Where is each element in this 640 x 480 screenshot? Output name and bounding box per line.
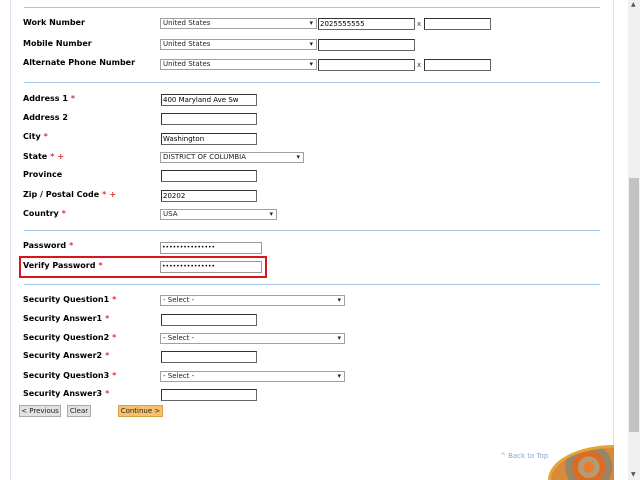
alternate-country-value: United States — [163, 60, 211, 68]
password-label: Password * — [23, 241, 74, 250]
back-to-top-link[interactable]: ^ Back to Top — [500, 452, 548, 460]
address1-label: Address 1 * — [23, 94, 76, 103]
scroll-up-icon[interactable]: ▲ — [631, 1, 636, 8]
select-value: - Select - — [163, 372, 195, 380]
country-select[interactable]: USA ▾ — [160, 209, 277, 220]
work-number-input[interactable]: 2025555555 — [318, 18, 415, 30]
zip-input[interactable]: 20202 — [161, 190, 257, 202]
chevron-down-icon: ▾ — [269, 210, 273, 218]
continue-button[interactable]: Continue > — [118, 405, 163, 417]
security-question1-label: Security Question1 * — [23, 295, 117, 304]
chevron-down-icon: ▾ — [309, 19, 313, 27]
country-label: Country * — [23, 209, 66, 218]
province-label: Province — [23, 170, 63, 179]
alternate-number-input[interactable] — [318, 59, 415, 71]
state-value: DISTRICT OF COLUMBIA — [163, 153, 247, 161]
zip-label: Zip / Postal Code * + — [23, 190, 117, 199]
city-input[interactable]: Washington — [161, 133, 257, 145]
work-number-label: Work Number — [23, 18, 85, 27]
mobile-number-input[interactable] — [318, 39, 415, 51]
ext-label: x — [417, 61, 422, 69]
mobile-country-select[interactable]: United States ▾ — [160, 39, 317, 50]
province-input[interactable] — [161, 170, 257, 182]
security-question2-label: Security Question2 * — [23, 333, 117, 342]
divider — [24, 230, 600, 231]
security-answer1-label: Security Answer1 * — [23, 314, 110, 323]
address1-input[interactable]: 400 Maryland Ave Sw — [161, 94, 257, 106]
verify-password-input[interactable]: ••••••••••••••• — [160, 261, 262, 273]
vertical-scrollbar[interactable]: ▲ ▼ — [628, 0, 640, 480]
chevron-down-icon: ▾ — [296, 153, 300, 161]
address2-input[interactable] — [161, 113, 257, 125]
security-answer2-label: Security Answer2 * — [23, 351, 110, 360]
scrollbar-thumb[interactable] — [629, 178, 639, 432]
address2-label: Address 2 — [23, 113, 68, 122]
state-select[interactable]: DISTRICT OF COLUMBIA ▾ — [160, 152, 304, 163]
chevron-down-icon: ▾ — [337, 296, 341, 304]
mobile-country-value: United States — [163, 40, 211, 48]
city-label: City * — [23, 132, 48, 141]
security-question3-label: Security Question3 * — [23, 371, 117, 380]
alternate-ext-input[interactable] — [424, 59, 491, 71]
ext-label: x — [417, 20, 422, 28]
security-answer1-input[interactable] — [161, 314, 257, 326]
alternate-number-label: Alternate Phone Number — [23, 58, 136, 67]
country-value: USA — [163, 210, 178, 218]
previous-button[interactable]: < Previous — [19, 405, 61, 417]
security-answer3-input[interactable] — [161, 389, 257, 401]
scroll-down-icon[interactable]: ▼ — [631, 471, 636, 478]
alternate-country-select[interactable]: United States ▾ — [160, 59, 317, 70]
mobile-number-label: Mobile Number — [23, 39, 92, 48]
security-question3-select[interactable]: - Select - ▾ — [160, 371, 345, 382]
work-country-value: United States — [163, 19, 211, 27]
select-value: - Select - — [163, 296, 195, 304]
security-question1-select[interactable]: - Select - ▾ — [160, 295, 345, 306]
form-panel — [10, 0, 614, 480]
divider — [24, 284, 600, 285]
security-answer3-label: Security Answer3 * — [23, 389, 110, 398]
verify-password-label: Verify Password * — [23, 261, 103, 270]
work-country-select[interactable]: United States ▾ — [160, 18, 317, 29]
security-question2-select[interactable]: - Select - ▾ — [160, 333, 345, 344]
security-answer2-input[interactable] — [161, 351, 257, 363]
chevron-down-icon: ▾ — [309, 40, 313, 48]
divider — [24, 7, 600, 8]
work-ext-input[interactable] — [424, 18, 491, 30]
state-label: State * + — [23, 152, 65, 161]
password-input[interactable]: ••••••••••••••• — [160, 242, 262, 254]
clear-button[interactable]: Clear — [67, 405, 91, 417]
chevron-down-icon: ▾ — [337, 372, 341, 380]
chevron-down-icon: ▾ — [309, 60, 313, 68]
chevron-down-icon: ▾ — [337, 334, 341, 342]
divider — [24, 82, 600, 83]
select-value: - Select - — [163, 334, 195, 342]
